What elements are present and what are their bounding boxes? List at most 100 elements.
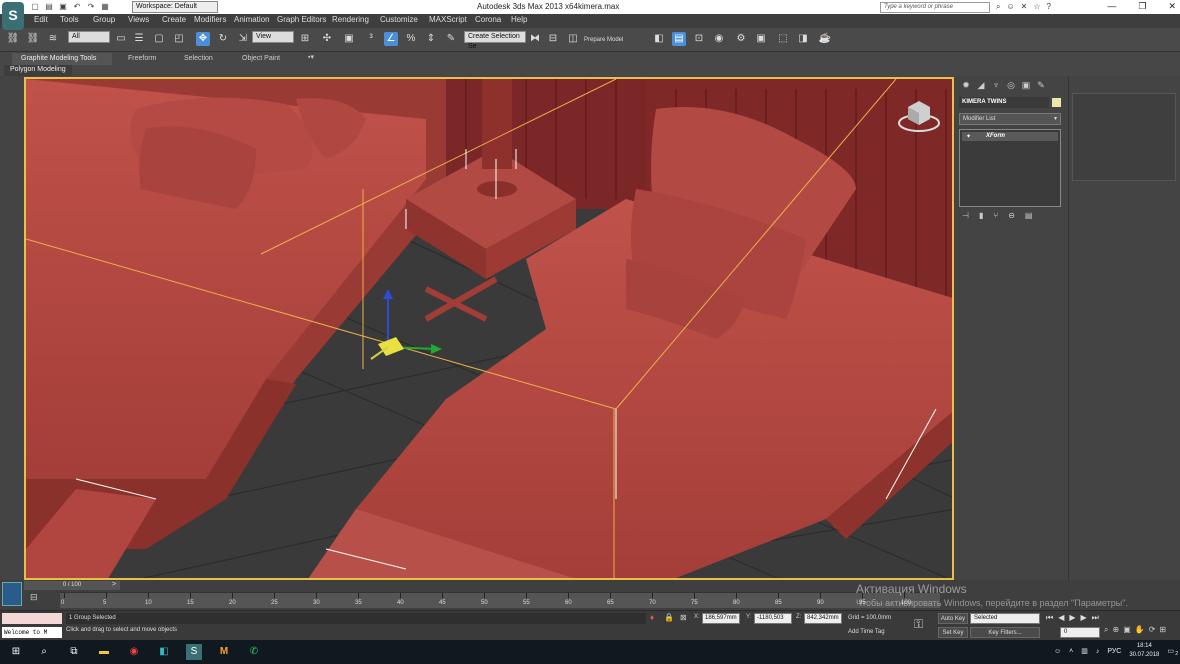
perspective-viewport[interactable] — [24, 77, 954, 580]
menu-rendering[interactable]: Rendering — [332, 15, 369, 24]
maxscript-listener-output[interactable]: Welcome to M — [2, 627, 62, 638]
tab-freeform[interactable]: Freeform — [128, 53, 156, 65]
remove-modifier-icon[interactable]: ⊖ — [1008, 211, 1015, 220]
pin-stack-icon[interactable]: ⊣ — [962, 211, 969, 220]
key-filters-button[interactable]: Key Filters... — [970, 627, 1040, 638]
utilities-tab-icon[interactable]: ✎ — [1035, 79, 1047, 91]
app-icon[interactable]: ◧ — [156, 644, 172, 660]
exchange-icon[interactable]: ✕ — [1021, 2, 1028, 12]
maximize-icon[interactable]: ❐ — [1138, 1, 1146, 12]
zoom-icon[interactable]: ⌕ — [1104, 625, 1108, 635]
menu-corona[interactable]: Corona — [475, 15, 501, 24]
window-crossing-icon[interactable]: ◰ — [172, 32, 186, 46]
redo-icon[interactable]: ↷ — [86, 2, 96, 12]
render-setup-icon[interactable]: ⚙ — [734, 32, 748, 46]
menu-views[interactable]: Views — [128, 15, 149, 24]
modifier-stack-item[interactable]: XForm — [962, 132, 1058, 141]
menu-maxscript[interactable]: MAXScript — [429, 15, 467, 24]
hold-icon[interactable]: ▦ — [100, 2, 110, 12]
mini-curve-editor-button[interactable] — [2, 582, 22, 606]
3dsmax-taskbar-icon[interactable]: S — [186, 644, 202, 660]
z-coordinate-field[interactable]: 842,342mm — [804, 613, 842, 624]
m-app-icon[interactable]: M — [216, 644, 232, 660]
pan-icon[interactable]: ✋ — [1135, 625, 1145, 635]
previous-frame-icon[interactable]: ◀ — [1058, 613, 1064, 623]
activeshade-icon[interactable]: ☕ — [818, 32, 832, 46]
lightbulb-icon[interactable]: ✦ — [966, 133, 971, 140]
show-end-result-icon[interactable]: ▮ — [979, 211, 983, 220]
edit-named-selection-icon[interactable]: ✎ — [444, 32, 458, 46]
task-view-icon[interactable]: ⧉ — [66, 644, 82, 660]
menu-help[interactable]: Help — [511, 15, 527, 24]
key-icon[interactable]: ⚿ — [914, 617, 923, 632]
toggle-layer-explorer-icon[interactable]: ◫ — [566, 32, 580, 46]
user-icon[interactable]: ☺ — [1006, 2, 1014, 12]
track-bar[interactable]: 0 5 10 15 20 25 30 35 40 45 50 55 60 65 70 75 80 85 90 95 10… — [60, 592, 940, 608]
curve-editor-icon[interactable]: ▤ — [672, 32, 686, 46]
language-indicator[interactable]: РУС — [1107, 648, 1121, 655]
spinner-snap-icon[interactable]: ⇕ — [424, 32, 438, 46]
tab-object-paint[interactable]: Object Paint — [242, 53, 280, 65]
tab-graphite-modeling-tools[interactable]: Graphite Modeling Tools — [12, 53, 112, 65]
play-icon[interactable]: ▶ — [1069, 613, 1075, 623]
menu-create[interactable]: Create — [162, 15, 186, 24]
maximize-toggle-icon[interactable]: ⊞ — [1159, 625, 1166, 635]
add-time-tag-button[interactable]: Add Time Tag — [848, 629, 885, 635]
motion-tab-icon[interactable]: ◎ — [1005, 79, 1017, 91]
unlink-icon[interactable]: ⛓ — [26, 32, 40, 46]
windows-start-icon[interactable]: ⊞ — [8, 644, 24, 660]
percent-snap-icon[interactable]: % — [404, 32, 418, 46]
search-icon[interactable]: ⌕ — [996, 2, 1000, 12]
select-manipulate-icon[interactable]: ✣ — [320, 32, 334, 46]
menu-tools[interactable]: Tools — [60, 15, 79, 24]
reference-coordinate-dropdown[interactable]: View — [252, 31, 294, 43]
absolute-mode-icon[interactable]: ⊠ — [680, 613, 687, 622]
set-key-button[interactable]: Set Key — [938, 627, 968, 638]
zoom-all-icon[interactable]: ⊕ — [1112, 625, 1119, 635]
help-icon[interactable]: ? — [1047, 2, 1051, 12]
time-slider-next-icon[interactable]: > — [112, 581, 116, 588]
configure-modifier-sets-icon[interactable]: ▤ — [1025, 211, 1033, 220]
selection-filter-dropdown[interactable]: All — [68, 31, 110, 43]
prepare-model-button[interactable]: Prepare Model — [584, 37, 623, 43]
mirror-icon[interactable]: ⧓ — [528, 32, 542, 46]
file-explorer-icon[interactable]: ▬ — [96, 644, 112, 660]
chrome-icon[interactable]: ◉ — [126, 644, 142, 660]
modify-tab-icon[interactable]: ◢ — [975, 79, 987, 91]
select-object-icon[interactable]: ▭ — [114, 32, 128, 46]
save-icon[interactable]: ▣ — [58, 2, 68, 12]
track-bar-icon[interactable]: ⊟ — [30, 592, 44, 606]
link-icon[interactable]: ⛓ — [6, 32, 20, 46]
volume-icon[interactable]: ♪ — [1096, 648, 1100, 655]
undo-icon[interactable]: ↶ — [72, 2, 82, 12]
ribbon-options-icon[interactable]: ▪▾ — [308, 53, 314, 61]
pivot-center-icon[interactable]: ⊞ — [298, 32, 312, 46]
snaps-toggle-icon[interactable]: ³ — [364, 32, 378, 46]
make-unique-icon[interactable]: ⑂ — [993, 211, 998, 220]
lock-selection-icon[interactable]: 🔒 — [664, 613, 674, 622]
y-coordinate-field[interactable]: -1180,503 — [754, 613, 792, 624]
open-file-icon[interactable]: ▤ — [44, 2, 54, 12]
menu-group[interactable]: Group — [93, 15, 115, 24]
rectangular-selection-icon[interactable]: ▢ — [152, 32, 166, 46]
graphite-toggle-icon[interactable]: ◧ — [652, 32, 666, 46]
chevron-up-icon[interactable]: ˄ — [1069, 648, 1073, 655]
select-by-name-icon[interactable]: ☰ — [132, 32, 146, 46]
menu-graph-editors[interactable]: Graph Editors — [277, 15, 326, 24]
close-icon[interactable]: ✕ — [1168, 1, 1176, 12]
menu-animation[interactable]: Animation — [234, 15, 270, 24]
object-color-swatch[interactable] — [1052, 98, 1061, 107]
bind-space-warp-icon[interactable]: ≋ — [46, 32, 60, 46]
maximize-viewport-icon[interactable]: ▣ — [1123, 625, 1131, 635]
go-to-start-icon[interactable]: ⏮ — [1046, 613, 1053, 623]
select-scale-icon[interactable]: ⇲ — [236, 32, 250, 46]
search-icon[interactable]: ⌕ — [36, 644, 52, 660]
next-frame-icon[interactable]: ▶ — [1081, 613, 1087, 623]
align-icon[interactable]: ⊟ — [546, 32, 560, 46]
auto-key-button[interactable]: Auto Key — [938, 613, 968, 624]
tab-selection[interactable]: Selection — [184, 53, 213, 65]
modifier-list-dropdown[interactable]: Modifier List — [959, 113, 1061, 125]
rendered-frame-window-icon[interactable]: ▣ — [754, 32, 768, 46]
select-move-icon[interactable]: ✥ — [196, 32, 210, 46]
go-to-end-icon[interactable]: ⏭ — [1092, 613, 1099, 623]
